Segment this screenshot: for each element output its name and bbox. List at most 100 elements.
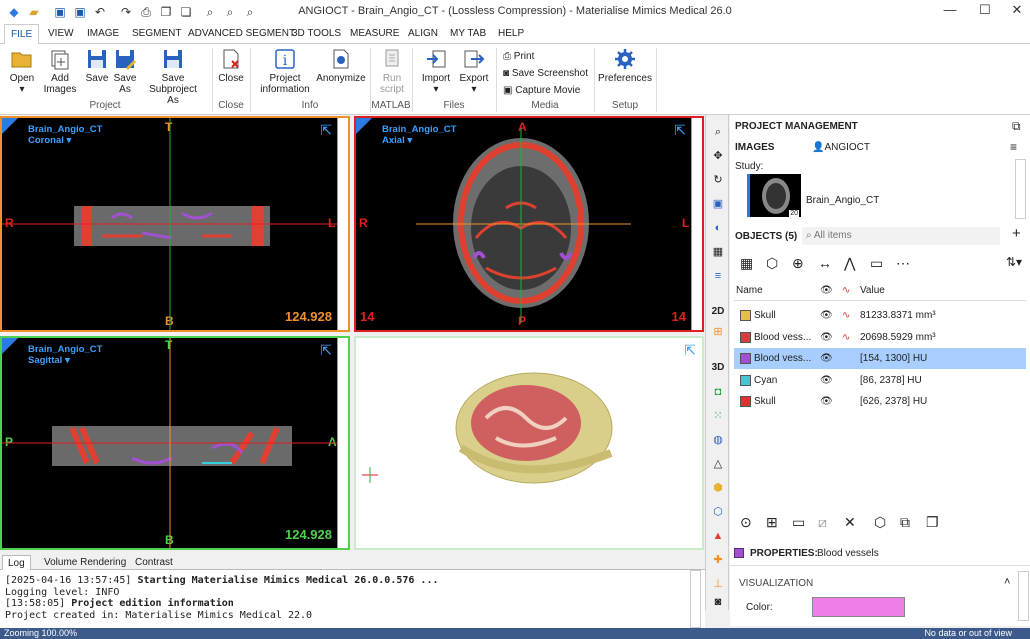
sort-icon[interactable]: ⇅▾ (1006, 255, 1022, 269)
3d-viewport[interactable]: ⇱ (354, 336, 704, 550)
coronal-viewport[interactable]: Brain_Angio_CT Coronal ▾ ⇱ T B R L 124.92… (0, 116, 350, 332)
list-item[interactable]: Skull 👁 ∿ 81233.8371 mm³ (734, 305, 1026, 326)
hamburger-menu-icon[interactable]: ≡ (1010, 140, 1017, 154)
image-thumbnail[interactable]: 20 (747, 174, 801, 217)
save-subproject-icon (164, 50, 182, 68)
log-scrollbar[interactable] (690, 570, 701, 628)
group-files: Files (443, 100, 465, 111)
rotate-icon[interactable]: ↻ (709, 171, 727, 189)
viewport-scrollbar[interactable] (337, 338, 348, 548)
convert-icon[interactable]: ⧉ (900, 514, 910, 531)
preferences-button[interactable]: Preferences (598, 48, 652, 84)
list-item[interactable]: Blood vess... 👁 [154, 1300] HU (734, 348, 1026, 369)
capture-movie-button[interactable]: ▣ Capture Movie (503, 85, 580, 96)
grid-icon[interactable]: ⁙ (709, 407, 727, 425)
open-button[interactable]: Open ▾ (6, 48, 38, 95)
zoom-icon[interactable]: ⌕ (709, 123, 727, 141)
print-button[interactable]: ⎙ Print (503, 51, 534, 62)
close-project-button[interactable]: Close (216, 48, 246, 84)
group-project: Project (89, 100, 121, 111)
properties-scrollbar[interactable] (1018, 571, 1029, 621)
contour-icon[interactable]: ◐ (709, 219, 727, 237)
minimize-icon[interactable]: — (935, 2, 965, 17)
objects-search[interactable]: ⌕ All items (802, 227, 1000, 245)
3d-view-icon[interactable]: ◘ (709, 383, 727, 401)
cube-icon[interactable]: ⬡ (709, 503, 727, 521)
fit-icon[interactable]: ▣ (709, 195, 727, 213)
visibility-eye-icon[interactable]: 👁 (820, 305, 833, 326)
tab-contrast[interactable]: Contrast (135, 557, 173, 568)
tab-image[interactable]: IMAGE (87, 28, 119, 39)
viewport-scrollbar[interactable] (337, 118, 348, 330)
add-images-button[interactable]: Add Images (42, 48, 78, 95)
export-object-icon[interactable]: ⧄ (818, 514, 827, 531)
user-field[interactable]: 👤ANGIOCT (812, 142, 870, 153)
layout-icon[interactable]: ▦ (709, 243, 727, 261)
locate-icon[interactable]: ⊙ (740, 514, 752, 531)
crosshair-2d-icon[interactable]: ⊞ (709, 323, 727, 341)
tab-measure[interactable]: MEASURE (350, 28, 399, 39)
save-button[interactable]: Save (84, 48, 110, 84)
collapse-icon[interactable]: ˄ (1004, 576, 1010, 588)
undock-icon[interactable]: ⧉ (1012, 119, 1021, 134)
import-button[interactable]: Import ▾ (418, 48, 454, 95)
axial-viewport[interactable]: Brain_Angio_CT Axial ▾ ⇱ A P R L 14 14 (354, 116, 704, 332)
folder-icon[interactable]: ▭ (792, 514, 805, 531)
centerline-filter-icon[interactable]: ⋀ (844, 255, 855, 272)
maximize-icon[interactable]: ☐ (970, 2, 1000, 18)
volume-icon[interactable]: ◙ (709, 593, 727, 611)
list-item[interactable]: Skull 👁 [626, 2378] HU (734, 391, 1026, 412)
tab-help[interactable]: HELP (498, 28, 524, 39)
visibility-eye-icon[interactable]: 👁 (820, 327, 833, 348)
list-item[interactable]: Blood vess... 👁 ∿ 20698.5929 mm³ (734, 327, 1026, 348)
polygon-icon[interactable]: ⬢ (709, 479, 727, 497)
more-filter-icon[interactable]: ⋯ (896, 255, 910, 272)
tab-3d-tools[interactable]: 3D TOOLS (292, 28, 341, 39)
tab-volume-rendering[interactable]: Volume Rendering (44, 557, 126, 568)
tab-advanced-segment[interactable]: ADVANCED SEGMENT (188, 28, 295, 39)
folder-filter-icon[interactable]: ▭ (870, 255, 883, 272)
visibility-eye-icon[interactable]: 👁 (820, 370, 833, 391)
measure-filter-icon[interactable]: ↔ (818, 255, 832, 271)
curve-icon[interactable]: ∿ (842, 327, 850, 348)
save-screenshot-button[interactable]: ◙ Save Screenshot (503, 68, 588, 79)
delete-icon[interactable]: ✕ (844, 514, 856, 531)
export-button[interactable]: Export ▾ (456, 48, 492, 95)
axes-icon[interactable]: ⊥ (709, 575, 727, 593)
viewport-scrollbar[interactable] (691, 118, 702, 330)
tab-file[interactable]: FILE (4, 24, 40, 45)
copy-object-icon[interactable]: ❐ (926, 514, 939, 531)
pan-icon[interactable]: ✥ (709, 147, 727, 165)
visibility-eye-icon[interactable]: 👁 (820, 348, 833, 369)
tab-log[interactable]: Log (2, 555, 31, 571)
new-icon[interactable]: ⊞ (766, 514, 778, 531)
status-right: No data or out of view (924, 628, 1012, 638)
study-name[interactable]: Brain_Angio_CT (806, 195, 879, 206)
tab-view[interactable]: VIEW (48, 28, 74, 39)
list-item[interactable]: Cyan 👁 [86, 2378] HU (734, 370, 1026, 391)
run-script-button[interactable]: Run script (376, 48, 408, 95)
close-window-icon[interactable]: ✕ (1002, 2, 1030, 18)
add-object-icon[interactable]: + (1012, 225, 1021, 242)
mask-filter-icon[interactable]: ▦ (740, 255, 753, 272)
duplicate-3d-icon[interactable]: ⬡ (874, 514, 886, 531)
save-as-button[interactable]: Save As (112, 48, 138, 95)
3d-filter-icon[interactable]: ⬡ (766, 255, 778, 272)
curve-icon[interactable]: ∿ (842, 305, 850, 326)
tab-align[interactable]: ALIGN (408, 28, 438, 39)
tab-segment[interactable]: SEGMENT (132, 28, 181, 39)
crosshair-icon[interactable]: ✚ (709, 551, 727, 569)
color-picker[interactable] (812, 597, 905, 617)
globe-filter-icon[interactable]: ⊕ (792, 255, 804, 272)
mesh-icon[interactable]: △ (709, 455, 727, 473)
images-scrollbar[interactable] (1015, 159, 1026, 219)
project-information-button[interactable]: i Project information (258, 48, 312, 95)
anonymize-button[interactable]: Anonymize (316, 48, 366, 84)
save-subproject-button[interactable]: Save Subproject As (138, 48, 208, 106)
clip-icon[interactable]: ◍ (709, 431, 727, 449)
visibility-eye-icon[interactable]: 👁 (820, 391, 833, 412)
slices-icon[interactable]: ≡ (709, 267, 727, 285)
orientation-icon[interactable]: ▲ (709, 527, 727, 545)
sagittal-viewport[interactable]: Brain_Angio_CT Sagittal ▾ ⇱ T B P A 124.9… (0, 336, 350, 550)
tab-my-tab[interactable]: MY TAB (450, 28, 486, 39)
